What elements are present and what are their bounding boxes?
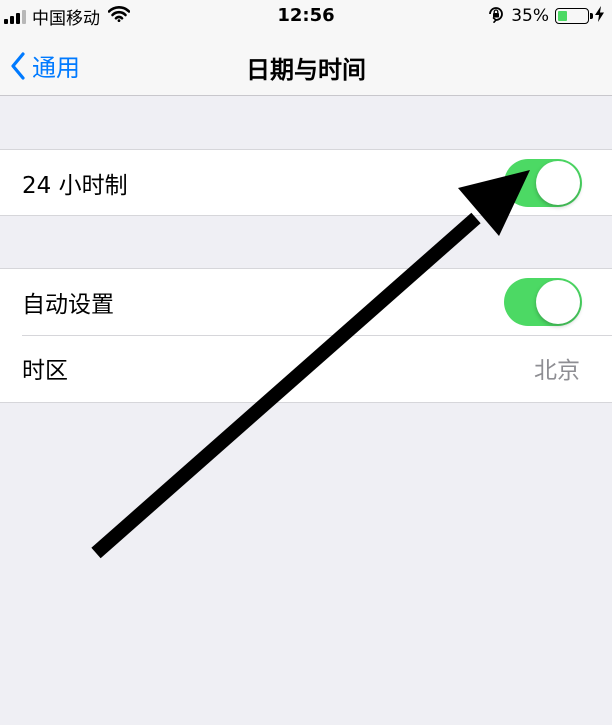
row-label-time-zone: 时区: [22, 358, 68, 384]
navigation-bar: 通用 日期与时间: [0, 34, 612, 96]
row-time-zone[interactable]: 时区 北京: [0, 335, 612, 401]
settings-group-auto-timezone: 自动设置 时区 北京: [0, 268, 612, 403]
settings-group-time-format: 24 小时制: [0, 149, 612, 216]
toggle-24-hour[interactable]: [504, 159, 582, 207]
toggle-knob: [536, 161, 580, 205]
toggle-knob: [536, 280, 580, 324]
status-right: 35%: [487, 5, 604, 27]
toggle-set-automatically[interactable]: [504, 278, 582, 326]
battery-percent: 35%: [511, 6, 549, 26]
battery-level-fill: [558, 11, 567, 21]
status-bar: 中国移动 12:56 35%: [0, 0, 612, 34]
page-title: 日期与时间: [246, 56, 366, 84]
time-zone-value: 北京: [534, 358, 580, 384]
charging-bolt-icon: [595, 6, 604, 26]
orientation-lock-icon: [487, 5, 505, 27]
battery-icon: [555, 8, 593, 24]
row-24-hour: 24 小时制: [0, 150, 612, 216]
row-set-automatically: 自动设置: [0, 269, 612, 335]
row-label-set-automatically: 自动设置: [22, 292, 114, 318]
row-label-24-hour: 24 小时制: [22, 173, 128, 199]
